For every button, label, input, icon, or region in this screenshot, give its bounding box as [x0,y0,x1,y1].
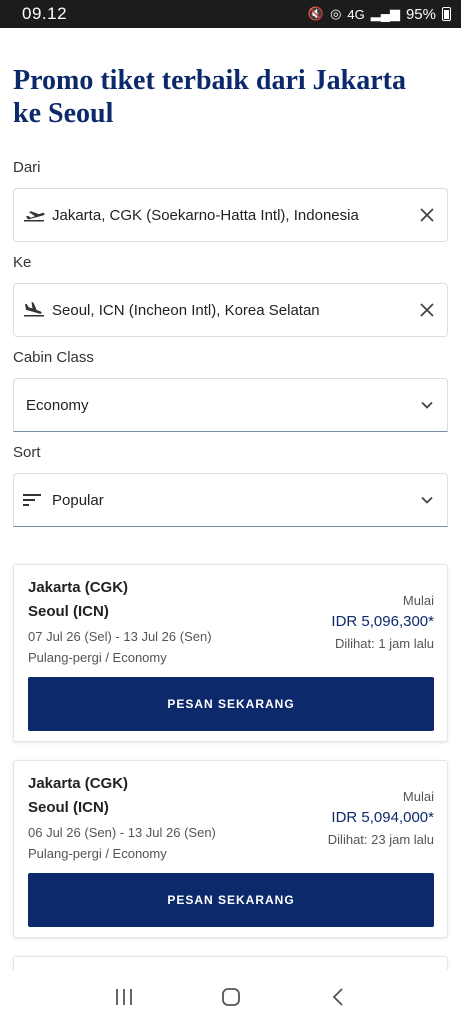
battery-percent: 95% [405,5,436,23]
recent-apps-icon[interactable] [104,977,144,1017]
from-label: Dari [13,159,41,176]
chevron-down-icon [407,401,447,409]
network-type: 4G [347,6,365,22]
cabin-class-label: Cabin Class [13,349,94,366]
to-field[interactable]: Seoul, ICN (Incheon Intl), Korea Selatan [13,283,448,337]
book-now-button[interactable]: PESAN SEKARANG [28,677,434,731]
offer-card: Jakarta (CGK) Seoul (ICN) 06 Jul 26 (Sen… [13,760,448,938]
page-title: Promo tiket terbaik dari Jakarta ke Seou… [13,65,406,129]
status-bar: 09.12 🔇 ◎ 4G ▂▄▆ 95% [0,0,461,28]
offer-from-label: Mulai [402,593,434,608]
offer-price: IDR 5,096,300* [331,613,434,630]
offer-dates: 06 Jul 26 (Sen) - 13 Jul 26 (Sen) [28,825,216,840]
airplane-takeoff-icon [14,207,52,223]
offer-trip-type: Pulang-pergi / Economy [28,650,167,665]
battery-icon [442,7,451,21]
navigation-bar [0,970,461,1024]
offer-origin: Jakarta (CGK) [28,579,129,596]
offer-destination: Seoul (ICN) [28,603,109,620]
offer-from-label: Mulai [402,789,434,804]
from-value: Jakarta, CGK (Soekarno-Hatta Intl), Indo… [52,206,359,224]
sort-label: Sort [13,444,41,461]
offer-origin: Jakarta (CGK) [28,775,129,792]
close-icon[interactable] [407,303,447,317]
offer-seen: Dilihat: 23 jam lalu [327,832,434,847]
hotspot-icon: ◎ [330,6,342,21]
back-icon[interactable] [318,977,358,1017]
offer-price: IDR 5,094,000* [331,809,434,826]
to-label: Ke [13,254,32,271]
chevron-down-icon [407,496,447,504]
status-time: 09.12 [22,4,68,23]
offer-card: Jakarta (CGK) Seoul (ICN) 07 Jul 26 (Sel… [13,564,448,742]
sort-icon [14,494,52,506]
cabin-class-select[interactable]: Economy [13,378,448,432]
offer-dates: 07 Jul 26 (Sel) - 13 Jul 26 (Sen) [28,629,212,644]
offer-trip-type: Pulang-pergi / Economy [28,846,167,861]
offer-seen: Dilihat: 1 jam lalu [335,636,434,651]
status-icons: 🔇 ◎ 4G ▂▄▆ 95% [308,6,451,23]
offer-destination: Seoul (ICN) [28,799,109,816]
sort-select[interactable]: Popular [13,473,448,527]
signal-icon: ▂▄▆ [370,6,400,21]
mute-icon: 🔇 [307,6,325,21]
sort-value: Popular [52,491,104,509]
from-field[interactable]: Jakarta, CGK (Soekarno-Hatta Intl), Indo… [13,188,448,242]
home-icon[interactable] [211,977,251,1017]
cabin-class-value: Economy [26,396,89,414]
close-icon[interactable] [407,208,447,222]
to-value: Seoul, ICN (Incheon Intl), Korea Selatan [52,301,320,319]
book-now-button[interactable]: PESAN SEKARANG [28,873,434,927]
airplane-landing-icon [14,302,52,318]
